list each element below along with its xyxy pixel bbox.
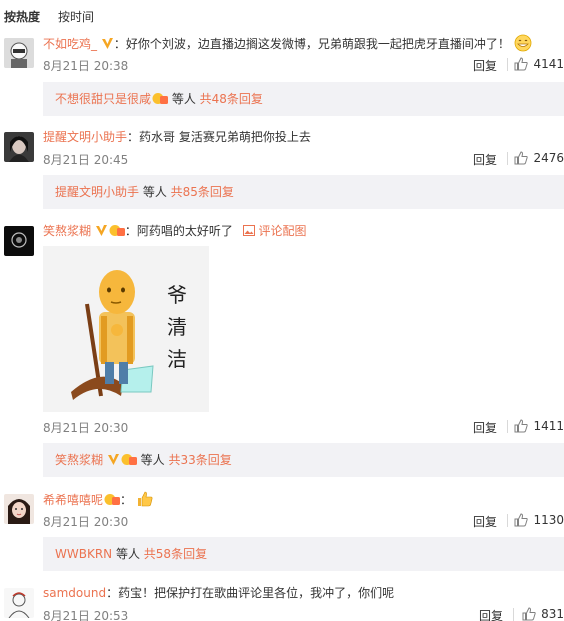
comment-username[interactable]: 笑熬浆糊: [43, 224, 91, 238]
reply-button[interactable]: 回复: [479, 607, 503, 621]
comment-picture-link[interactable]: 评论配图: [242, 224, 307, 238]
comment-date: 8月21日 20:30: [43, 515, 129, 529]
vip-v-icon: [101, 38, 113, 49]
reply-summary-more[interactable]: 共33条回复: [168, 453, 231, 467]
reply-button[interactable]: 回复: [473, 151, 497, 168]
comment-username[interactable]: samdound: [43, 586, 106, 600]
comment-meta: 8月21日 20:30 回复 1411: [43, 419, 564, 435]
reply-button[interactable]: 回复: [473, 57, 497, 74]
reply-summary-etc: 等人: [139, 185, 171, 199]
vip-v-icon: [95, 225, 107, 236]
reply-summary: 笑熬浆糊 等人 共33条回复: [43, 443, 564, 477]
thumb-up-icon: [514, 513, 529, 527]
comment-text: 药水哥 复活赛兄弟萌把你投上去: [139, 130, 311, 144]
reply-summary-user[interactable]: 笑熬浆糊: [55, 453, 103, 467]
reply-summary-etc: 等人: [112, 547, 144, 561]
comment-date: 8月21日 20:45: [43, 153, 129, 167]
colon: ：: [124, 224, 137, 238]
reply-summary-etc: 等人: [168, 92, 200, 106]
like-button[interactable]: 1411: [514, 419, 564, 433]
sort-tabs: 按热度 按时间: [4, 8, 94, 26]
comment-date: 8月21日 20:38: [43, 59, 129, 73]
divider: [507, 58, 508, 71]
comment-username[interactable]: 不如吃鸡_: [43, 37, 97, 51]
comment-picture-label: 评论配图: [258, 224, 307, 238]
comment-username[interactable]: 提醒文明小助手: [43, 130, 127, 144]
reply-summary-more[interactable]: 共58条回复: [144, 547, 207, 561]
like-count: 1411: [533, 419, 564, 433]
tab-by-time[interactable]: 按时间: [58, 8, 94, 26]
meme-char-3: 洁: [167, 347, 187, 371]
colon: ：: [127, 130, 140, 144]
like-count: 831: [541, 607, 564, 621]
reply-button[interactable]: 回复: [473, 513, 497, 530]
thumb-up-icon: [514, 57, 529, 71]
colon: ：: [106, 586, 119, 600]
fan-badge-icon: [152, 93, 169, 104]
divider: [513, 608, 514, 621]
grin-emoji-icon: [514, 34, 532, 52]
like-button[interactable]: 4141: [514, 57, 564, 71]
avatar[interactable]: [4, 226, 34, 256]
comment-username[interactable]: 希希嘻嘻呢: [43, 493, 103, 507]
reply-summary-user[interactable]: 不想很甜只是很咸: [55, 92, 151, 106]
divider: [507, 514, 508, 527]
colon: ：: [120, 493, 133, 507]
colon: ：: [113, 37, 126, 51]
divider: [507, 420, 508, 433]
like-button[interactable]: 1130: [514, 513, 564, 527]
reply-summary-etc: 等人: [136, 453, 169, 467]
like-count: 1130: [533, 513, 564, 527]
comment-date: 8月21日 20:53: [43, 609, 129, 621]
vip-v-icon: [107, 454, 119, 465]
fan-badge-icon: [109, 225, 125, 236]
thumb-up-icon: [514, 151, 529, 165]
reply-summary-more[interactable]: 共48条回复: [200, 92, 263, 106]
thumb-up-icon: [522, 607, 536, 621]
thumb-up-icon: [514, 419, 529, 433]
like-count: 4141: [533, 57, 564, 71]
avatar[interactable]: [4, 132, 34, 162]
like-count: 2476: [533, 151, 564, 165]
divider: [507, 152, 508, 165]
reply-summary-user[interactable]: WWBKRN: [55, 547, 112, 561]
like-button[interactable]: 831: [522, 607, 564, 621]
comment-date: 8月21日 20:30: [43, 421, 129, 435]
reply-summary: WWBKRN 等人 共58条回复: [43, 537, 564, 571]
meme-char-2: 清: [167, 315, 187, 339]
tab-by-hot[interactable]: 按热度: [4, 8, 40, 26]
reply-summary-user[interactable]: 提醒文明小助手: [55, 185, 139, 199]
avatar[interactable]: [4, 588, 34, 618]
comment-image[interactable]: 爷 清 洁: [43, 246, 209, 412]
avatar[interactable]: [4, 494, 34, 524]
reply-summary: 提醒文明小助手 等人 共85条回复: [43, 175, 564, 209]
reply-summary: 不想很甜只是很咸 等人 共48条回复: [43, 82, 564, 116]
reply-summary-more[interactable]: 共85条回复: [171, 185, 234, 199]
comment-text: 阿药唱的太好听了: [136, 224, 233, 238]
comment-text: 好你个刘波，边直播边搁这发微博，兄弟萌跟我一起把虎牙直播间冲了！: [125, 37, 510, 51]
fan-badge-icon: [104, 494, 121, 505]
fan-badge-icon: [121, 454, 137, 465]
avatar[interactable]: [4, 38, 34, 68]
like-button[interactable]: 2476: [514, 151, 564, 165]
comment-text: 药宝！把保护打在歌曲评论里各位，我冲了，你们呢: [118, 586, 395, 600]
thumbs-up-emoji-icon: [137, 491, 153, 507]
picture-icon: [242, 225, 255, 236]
reply-button[interactable]: 回复: [473, 419, 497, 436]
meme-char-1: 爷: [167, 283, 187, 307]
